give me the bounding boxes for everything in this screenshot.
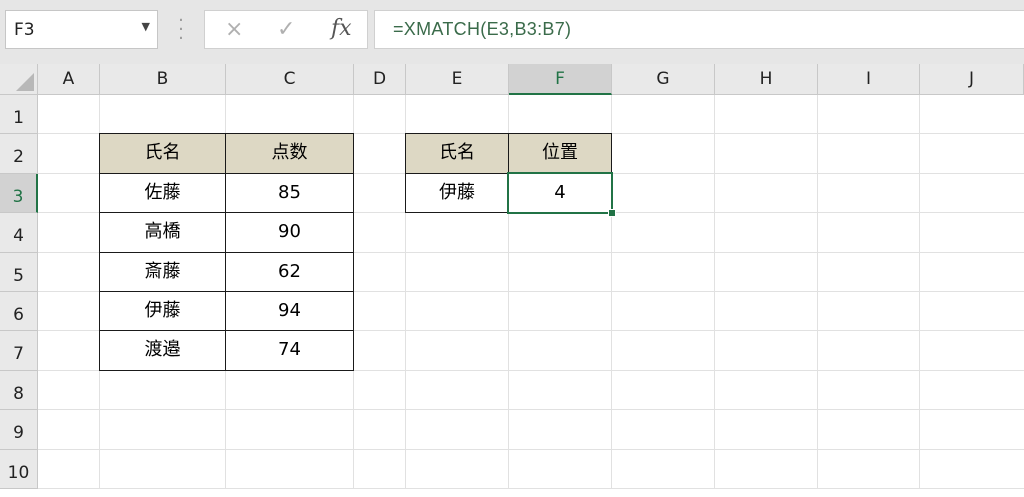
- cell-text: 伊藤: [439, 181, 475, 203]
- row-header-5[interactable]: 5: [0, 252, 38, 292]
- table1-cell[interactable]: 伊藤: [99, 291, 226, 332]
- formula-buttons: × ✓ fx: [204, 10, 368, 49]
- cell-text: 74: [278, 339, 301, 361]
- column-header-e[interactable]: E: [406, 64, 509, 95]
- select-all-icon: [16, 73, 34, 91]
- cell-text: 佐藤: [144, 181, 181, 203]
- row-header-6[interactable]: 6: [0, 292, 38, 332]
- gridline-horizontal: [38, 448, 1024, 450]
- gridline-horizontal: [38, 409, 1024, 411]
- column-header-f[interactable]: F: [509, 64, 612, 95]
- column-header-j[interactable]: J: [920, 64, 1024, 95]
- cell-text: 90: [278, 221, 301, 243]
- column-header-i[interactable]: I: [818, 64, 920, 95]
- active-cell-border[interactable]: [507, 171, 613, 215]
- table1-cell[interactable]: 渡邉: [99, 330, 226, 371]
- table1-cell[interactable]: 90: [225, 212, 354, 253]
- cell-text: 高橋: [144, 221, 181, 243]
- table1-cell[interactable]: 高橋: [99, 212, 226, 253]
- column-header-h[interactable]: H: [715, 64, 818, 95]
- table1-header-cell[interactable]: 点数: [225, 133, 354, 174]
- cell-text: 伊藤: [144, 300, 181, 321]
- name-box-value: F3: [14, 20, 35, 40]
- table2-cell[interactable]: 伊藤: [405, 172, 509, 214]
- cell-text: 94: [278, 300, 301, 321]
- row-header-7[interactable]: 7: [0, 331, 38, 371]
- drag-handle-icon[interactable]: · · ·: [176, 12, 186, 48]
- cell-text: 氏名: [144, 142, 181, 164]
- column-header-a[interactable]: A: [38, 64, 100, 95]
- table2-header-cell[interactable]: 氏名: [405, 133, 509, 174]
- column-header-c[interactable]: C: [226, 64, 354, 95]
- fill-handle[interactable]: [608, 209, 616, 218]
- enter-icon[interactable]: ✓: [277, 17, 295, 42]
- cell-text: 85: [278, 181, 301, 203]
- cell-text: 62: [278, 260, 301, 282]
- chevron-down-icon[interactable]: ▼: [142, 20, 150, 33]
- cell-text: 位置: [542, 142, 578, 164]
- row-header-1[interactable]: 1: [0, 95, 38, 135]
- worksheet-grid[interactable]: ABCDEFGHIJ 1 2 3 4 5 6 7 8 9 10 氏名 点数佐藤 85 高橋 90 斎藤 62 伊…: [0, 64, 1024, 489]
- insert-function-icon[interactable]: fx: [331, 16, 352, 41]
- row-header-2[interactable]: 2: [0, 134, 38, 174]
- table1-header-cell[interactable]: 氏名: [99, 133, 226, 174]
- table1-cell[interactable]: 佐藤: [99, 172, 226, 214]
- cell-text: 氏名: [439, 142, 475, 164]
- formula-bar: F3 ▼ · · · × ✓ fx =XMATCH(E3,B3:B7): [0, 0, 1024, 64]
- row-header-9[interactable]: 9: [0, 410, 38, 450]
- table2-header-cell[interactable]: 位置: [508, 133, 612, 174]
- column-header-d[interactable]: D: [354, 64, 406, 95]
- gridline-vertical: [919, 95, 920, 489]
- cell-text: 点数: [271, 142, 308, 164]
- name-box[interactable]: F3 ▼: [5, 10, 158, 49]
- table1-cell[interactable]: 74: [225, 330, 354, 371]
- cell-text: 渡邉: [144, 339, 181, 361]
- cell-text: 斎藤: [144, 260, 181, 282]
- column-header-b[interactable]: B: [100, 64, 226, 95]
- formula-input[interactable]: =XMATCH(E3,B3:B7): [374, 10, 1024, 49]
- cancel-icon[interactable]: ×: [225, 17, 243, 42]
- table1-cell[interactable]: 85: [225, 172, 354, 214]
- row-header-3[interactable]: 3: [0, 173, 38, 214]
- gridline-vertical: [817, 95, 818, 489]
- formula-text: =XMATCH(E3,B3:B7): [393, 19, 572, 39]
- row-header-8[interactable]: 8: [0, 370, 38, 411]
- table1-cell[interactable]: 94: [225, 291, 354, 332]
- gridline-vertical: [714, 95, 715, 489]
- table1-cell[interactable]: 斎藤: [99, 251, 226, 292]
- table1-cell[interactable]: 62: [225, 251, 354, 292]
- row-header-4[interactable]: 4: [0, 213, 38, 253]
- column-header-g[interactable]: G: [612, 64, 715, 95]
- row-header-10[interactable]: 10: [0, 449, 38, 489]
- select-all-corner[interactable]: [0, 64, 38, 95]
